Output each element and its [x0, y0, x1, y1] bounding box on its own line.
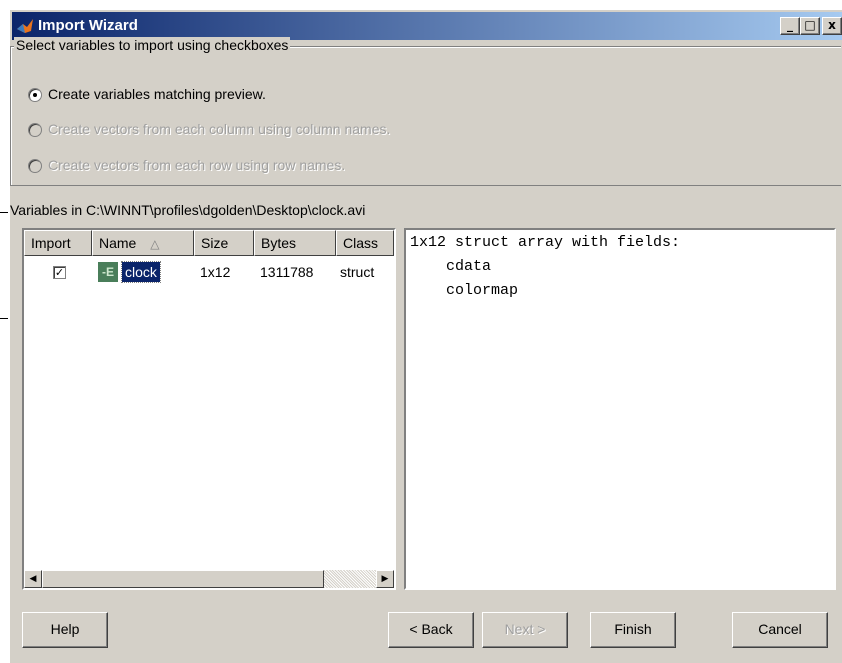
radio-label: Create variables matching preview. — [48, 86, 266, 102]
variables-source-label: Variables in C:\WINNT\profiles\dgolden\D… — [10, 202, 368, 218]
minimize-button[interactable]: _ — [780, 17, 800, 35]
horizontal-scrollbar[interactable]: ◀ ▶ — [24, 570, 394, 588]
scroll-left-icon[interactable]: ◀ — [24, 570, 42, 588]
scroll-thumb[interactable] — [42, 570, 324, 588]
help-button[interactable]: Help — [22, 612, 108, 648]
column-header-size[interactable]: Size — [194, 230, 254, 256]
preview-line: colormap — [410, 282, 519, 299]
cancel-button[interactable]: Cancel — [732, 612, 828, 648]
variables-table[interactable]: Import Name △ Size Bytes Class ✓ -E cloc… — [22, 228, 396, 590]
import-checkbox[interactable]: ✓ — [53, 266, 66, 279]
finish-button[interactable]: Finish — [590, 612, 676, 648]
variable-class-cell: struct — [340, 264, 375, 280]
column-header-import[interactable]: Import — [24, 230, 92, 256]
column-header-bytes[interactable]: Bytes — [254, 230, 336, 256]
variable-size-cell: 1x12 — [200, 264, 231, 280]
radio-unselected-icon — [28, 123, 42, 137]
maximize-button[interactable]: □ — [800, 17, 820, 35]
scroll-track[interactable] — [324, 570, 376, 588]
preview-line: cdata — [410, 258, 492, 275]
window-title: Import Wizard — [38, 17, 138, 34]
radio-label: Create vectors from each row using row n… — [48, 157, 346, 173]
variable-name-cell[interactable]: clock — [121, 261, 161, 283]
sort-ascending-icon: △ — [150, 237, 160, 251]
next-button[interactable]: Next > — [482, 612, 568, 648]
variable-bytes-cell: 1311788 — [260, 264, 314, 280]
back-button[interactable]: < Back — [388, 612, 474, 648]
import-options-legend: Select variables to import using checkbo… — [14, 37, 291, 53]
column-header-label: Name — [99, 235, 137, 251]
matlab-logo-icon — [17, 19, 33, 33]
radio-selected-icon — [28, 88, 42, 102]
radio-label: Create vectors from each column using co… — [48, 121, 391, 137]
radio-unselected-icon — [28, 159, 42, 173]
title-bar[interactable]: Import Wizard _ □ x — [12, 12, 842, 40]
column-header-class[interactable]: Class — [336, 230, 394, 256]
column-header-name[interactable]: Name △ — [92, 230, 194, 256]
preview-line: 1x12 struct array with fields: — [410, 234, 681, 251]
scroll-right-icon[interactable]: ▶ — [376, 570, 394, 588]
preview-pane[interactable]: 1x12 struct array with fields: cdata col… — [404, 228, 836, 590]
struct-icon: -E — [98, 262, 118, 282]
close-button[interactable]: x — [822, 17, 842, 35]
